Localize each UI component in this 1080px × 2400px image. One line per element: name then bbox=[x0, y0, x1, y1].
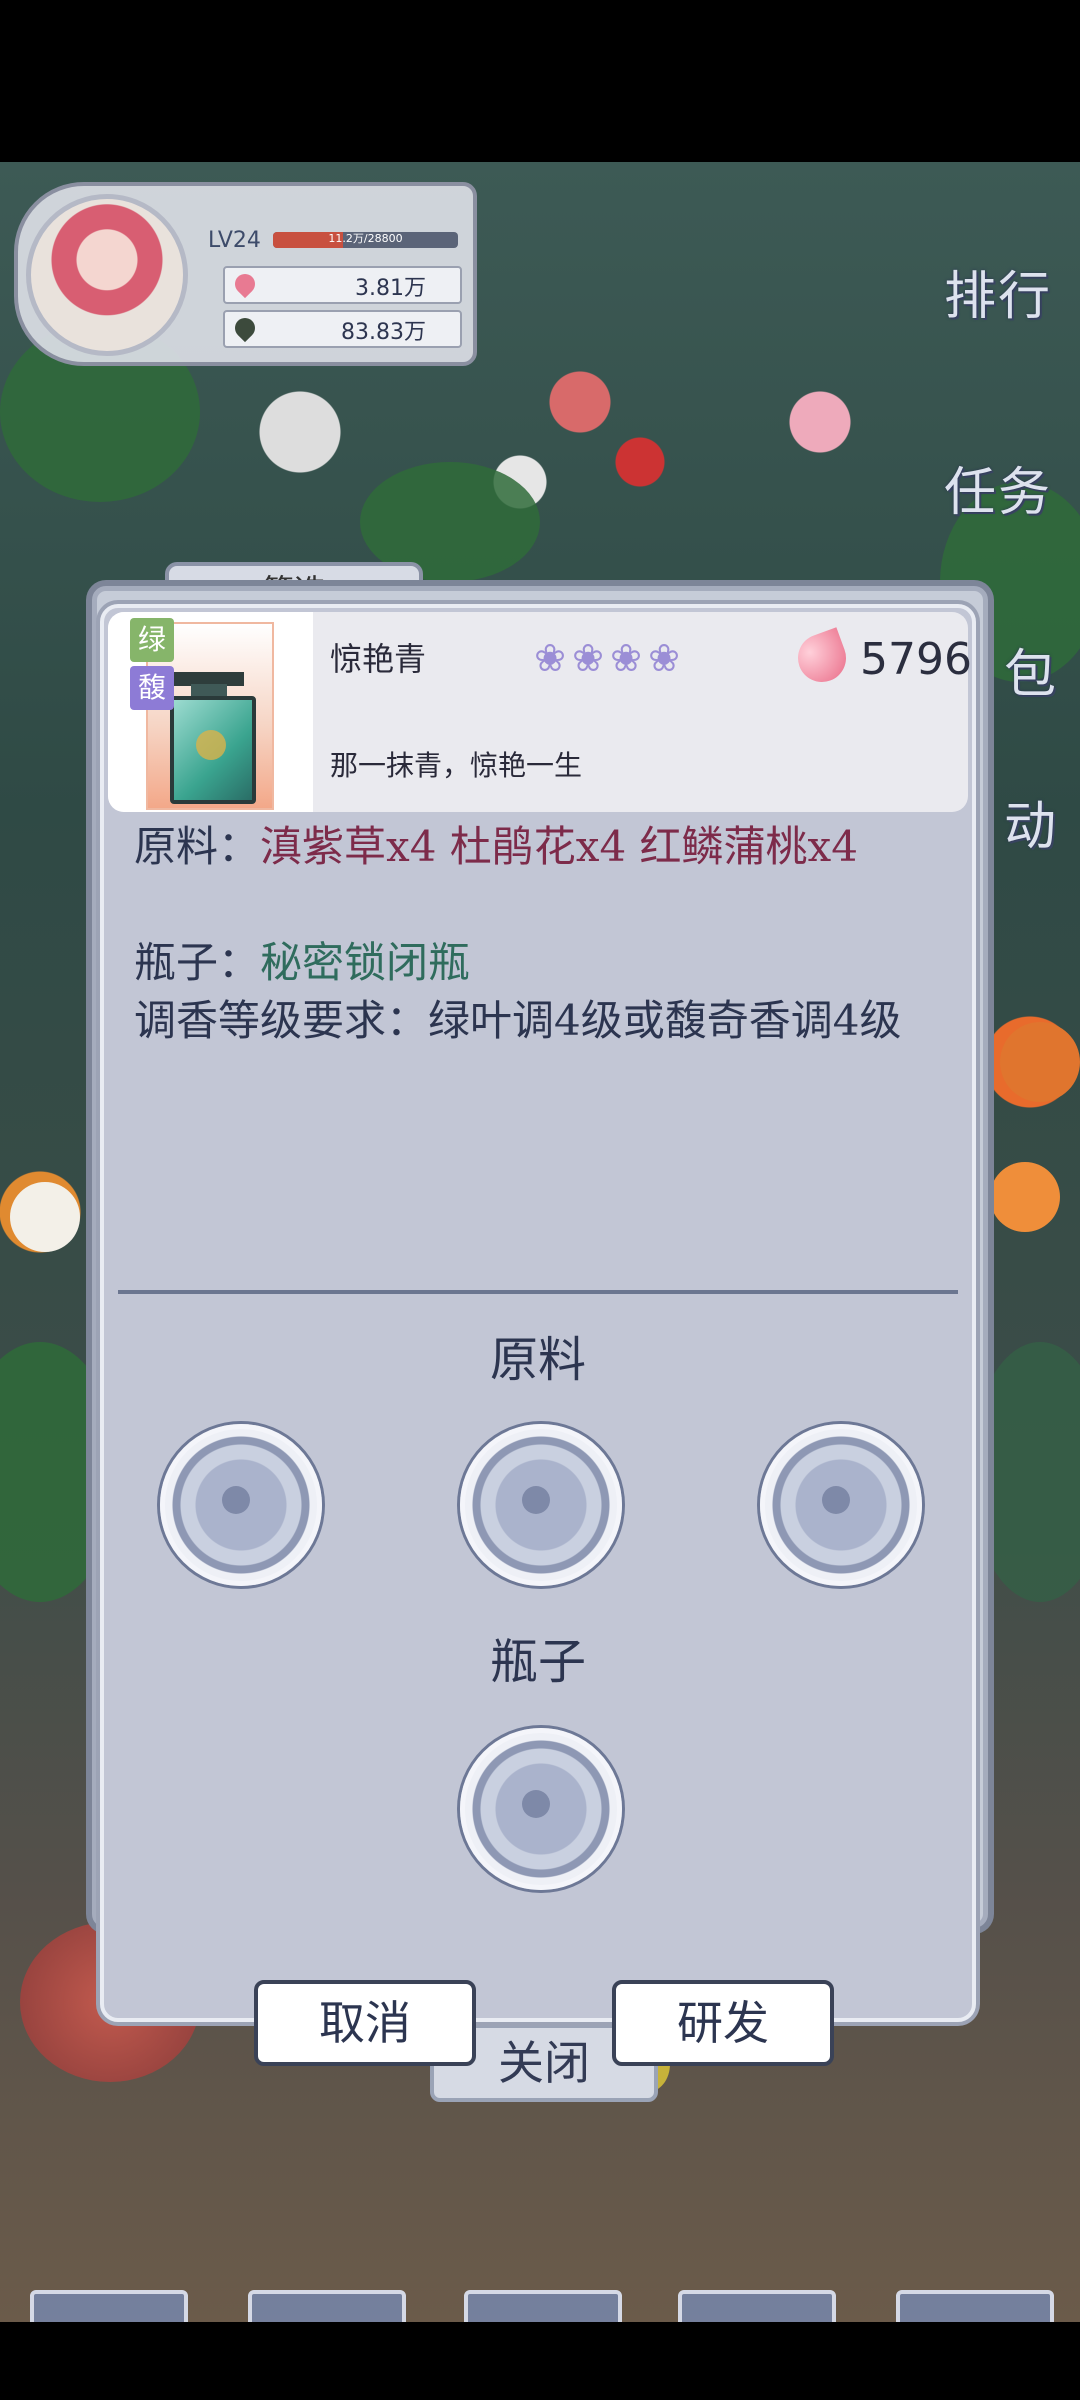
material-slot-3[interactable] bbox=[760, 1424, 922, 1586]
xp-bar: 11.2万/28800 bbox=[273, 232, 458, 248]
tag-fougere: 馥 bbox=[130, 666, 174, 710]
bottle-value: 秘密锁闭瓶 bbox=[260, 938, 471, 987]
tasks-button[interactable]: 任务 bbox=[938, 450, 1058, 525]
develop-recipe-dialog: 绿 馥 惊艳青 ❀ ❀ ❀ ❀ 5796 那一抹青，惊艳一生 原料：滇紫草x4 杜鹃花… bbox=[100, 604, 976, 2066]
leaf-icon bbox=[230, 313, 260, 343]
nav-market[interactable]: 集市 bbox=[30, 2290, 188, 2322]
petal-amount: 3.81万 bbox=[355, 276, 426, 301]
materials-value: 滇紫草x4 杜鹃花x4 红鳞蒲桃x4 bbox=[260, 822, 858, 871]
nav-counter[interactable]: 柜台 bbox=[896, 2290, 1054, 2322]
cancel-button[interactable]: 取消 bbox=[254, 1980, 476, 2066]
perfume-description: 那一抹青，惊艳一生 bbox=[330, 749, 583, 782]
materials-section-title: 原料 bbox=[489, 1332, 586, 1388]
flower-decoration bbox=[990, 1162, 1060, 1232]
star-icon: ❀ bbox=[610, 636, 642, 680]
divider bbox=[118, 1290, 958, 1294]
materials-label: 原料： bbox=[134, 822, 261, 871]
petal-price-icon bbox=[791, 627, 853, 689]
bottle-label: 瓶子： bbox=[134, 938, 261, 987]
tag-green-leaf: 绿 bbox=[130, 618, 174, 662]
leaf-amount: 83.83万 bbox=[341, 320, 426, 345]
nav-perfumery[interactable]: 调香 bbox=[678, 2290, 836, 2322]
bottle-slot[interactable] bbox=[460, 1728, 622, 1890]
star-icon: ❀ bbox=[534, 636, 566, 680]
nav-warehouse[interactable]: 库房 bbox=[248, 2290, 406, 2322]
requirement-value: 绿叶调4级或馥奇香调4级 bbox=[428, 996, 902, 1045]
avatar[interactable] bbox=[26, 194, 188, 356]
player-level: LV24 bbox=[208, 228, 261, 253]
bottle-neck bbox=[191, 684, 227, 696]
slot-center bbox=[522, 1486, 550, 1514]
bottle-section-title: 瓶子 bbox=[489, 1634, 586, 1690]
develop-button[interactable]: 研发 bbox=[612, 1980, 834, 2066]
requirement-label: 调香等级要求： bbox=[134, 996, 429, 1045]
nav-garden[interactable]: 花园 bbox=[464, 2290, 622, 2322]
ranking-button[interactable]: 排行 bbox=[938, 254, 1058, 329]
perfume-name: 惊艳青 bbox=[330, 640, 427, 678]
requirement-line: 调香等级要求：绿叶调4级或馥奇香调4级 bbox=[134, 992, 944, 1050]
game-scene: LV24 11.2万/28800 3.81万 83.83万 排行 任务 包 动 … bbox=[0, 162, 1080, 2322]
flower-decoration bbox=[1000, 1022, 1080, 1102]
slot-center bbox=[222, 1486, 250, 1514]
petal-icon bbox=[230, 269, 260, 299]
leaf-currency: 83.83万 bbox=[223, 310, 462, 348]
slot-center bbox=[822, 1486, 850, 1514]
xp-text: 11.2万/28800 bbox=[328, 232, 403, 245]
perfume-card: 绿 馥 惊艳青 ❀ ❀ ❀ ❀ 5796 那一抹青，惊艳一生 bbox=[108, 612, 972, 812]
star-icon: ❀ bbox=[572, 636, 604, 680]
star-rating: ❀ ❀ ❀ ❀ bbox=[532, 636, 682, 680]
flower-decoration bbox=[10, 1182, 80, 1252]
perfume-bottle-icon bbox=[170, 696, 256, 804]
materials-line: 原料：滇紫草x4 杜鹃花x4 红鳞蒲桃x4 bbox=[134, 818, 944, 876]
bottle-line: 瓶子：秘密锁闭瓶 bbox=[134, 934, 944, 992]
player-profile-panel[interactable]: LV24 11.2万/28800 3.81万 83.83万 bbox=[14, 182, 477, 366]
slot-center bbox=[522, 1790, 550, 1818]
perfume-price: 5796 bbox=[860, 634, 972, 685]
perfume-thumbnail: 绿 馥 bbox=[108, 612, 313, 812]
petal-currency: 3.81万 bbox=[223, 266, 462, 304]
star-icon: ❀ bbox=[648, 636, 680, 680]
material-slot-1[interactable] bbox=[160, 1424, 322, 1586]
material-slot-2[interactable] bbox=[460, 1424, 622, 1586]
